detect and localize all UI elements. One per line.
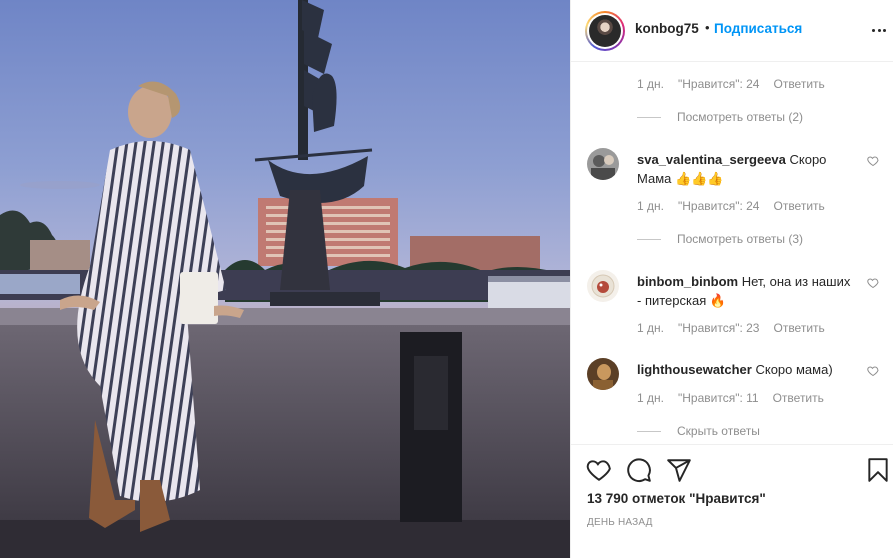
photo-illustration [0,0,570,558]
commenter-username[interactable]: sva_valentina_sergeeva [637,152,786,167]
commenter-username[interactable]: binbom_binbom [637,274,738,289]
comment-age: 1 дн. [637,77,664,91]
comment-meta: 1 дн. "Нравится": 11 Ответить [637,391,824,405]
comment-item: sva_valentina_sergeeva Скоро Мама 👍👍👍 [587,148,887,188]
post-sidebar: konbog75 • Подписаться 1 дн. "Нравится":… [570,0,893,558]
commenter-avatar[interactable] [587,148,619,180]
comment-likes[interactable]: "Нравится": 24 [678,77,760,91]
follow-button[interactable]: Подписаться [714,21,802,36]
share-icon[interactable] [666,457,692,483]
heart-icon[interactable] [867,365,879,377]
post-actions: 13 790 отметок "Нравится" День назад [571,444,893,558]
commenter-avatar[interactable] [587,270,619,302]
comment-likes[interactable]: "Нравится": 11 [678,391,759,405]
comment-age: 1 дн. [637,391,664,405]
more-options-icon[interactable] [872,29,886,33]
comment-age: 1 дн. [637,199,664,213]
comments-list[interactable]: 1 дн. "Нравится": 24 Ответить Посмотреть… [571,62,893,444]
comment-meta: 1 дн. "Нравится": 24 Ответить [637,199,825,213]
author-username[interactable]: konbog75 [635,21,699,36]
post-photo[interactable] [0,0,570,558]
comment-likes[interactable]: "Нравится": 23 [678,321,760,335]
post-date[interactable]: День назад [587,517,653,528]
replies-line [637,430,661,432]
post-header: konbog75 • Подписаться [571,0,893,62]
comment-icon[interactable] [626,457,652,483]
heart-icon[interactable] [586,457,612,483]
reply-button[interactable]: Ответить [773,199,824,213]
view-replies-button[interactable]: Посмотреть ответы (3) [637,232,803,246]
view-replies-button[interactable]: Посмотреть ответы (2) [637,110,803,124]
heart-icon[interactable] [867,277,879,289]
commenter-username[interactable]: lighthousewatcher [637,362,752,377]
comment-meta: 1 дн. "Нравится": 24 Ответить [637,77,825,91]
comment-body: Скоро мама) [751,362,833,377]
heart-icon[interactable] [867,155,879,167]
view-replies-label: Посмотреть ответы (2) [677,110,804,124]
replies-line [637,238,661,240]
view-replies-label: Посмотреть ответы (3) [677,232,804,246]
comment-item: binbom_binbom Нет, она из наших - питерс… [587,270,887,310]
replies-line [637,116,661,118]
comment-text: lighthousewatcher Скоро мама) [637,360,855,379]
separator-dot: • [705,20,710,35]
reply-button[interactable]: Ответить [773,321,824,335]
hide-replies-button[interactable]: Скрыть ответы [637,424,760,438]
author-avatar[interactable] [585,11,625,51]
comment-age: 1 дн. [637,321,664,335]
commenter-avatar[interactable] [587,358,619,390]
comment-text: binbom_binbom Нет, она из наших - питерс… [637,272,855,310]
reply-button[interactable]: Ответить [773,391,824,405]
comment-likes[interactable]: "Нравится": 24 [678,199,760,213]
reply-button[interactable]: Ответить [773,77,824,91]
likes-count[interactable]: 13 790 отметок "Нравится" [587,491,766,506]
comment-text: sva_valentina_sergeeva Скоро Мама 👍👍👍 [637,150,855,188]
comment-meta: 1 дн. "Нравится": 23 Ответить [637,321,825,335]
hide-replies-label: Скрыть ответы [677,424,760,438]
bookmark-icon[interactable] [865,457,891,483]
